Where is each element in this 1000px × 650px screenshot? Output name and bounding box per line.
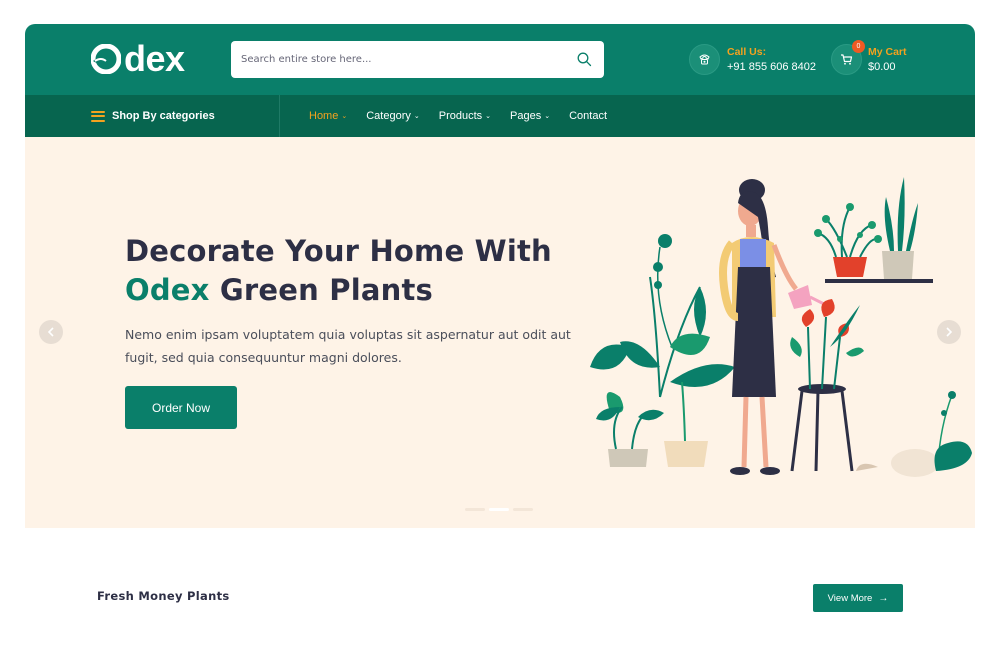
search-button[interactable]	[564, 41, 604, 78]
search-bar	[231, 41, 604, 78]
main-navbar: Shop By categories Home ⌄ Category ⌄ Pro…	[25, 95, 975, 137]
chevron-down-icon: ⌄	[485, 113, 492, 120]
cart-icon-circle: 0	[831, 40, 865, 75]
nav-divider	[279, 95, 280, 137]
hero-description: Nemo enim ipsam voluptatem quia voluptas…	[125, 327, 571, 365]
slider-dot[interactable]	[465, 508, 485, 511]
chevron-down-icon: ⌄	[341, 113, 348, 120]
header-topbar: dex Search entire store here... Call Us:…	[25, 24, 975, 95]
logo-text: dex	[124, 38, 185, 79]
site-header: dex Search entire store here... Call Us:…	[25, 24, 975, 137]
nav-item-home[interactable]: Home ⌄	[309, 110, 347, 122]
logo-mark-icon	[91, 44, 121, 74]
hero-illustration	[590, 177, 972, 477]
view-more-label: View More	[827, 592, 873, 604]
nav-item-label: Pages	[510, 110, 542, 122]
slider-dots	[465, 508, 533, 511]
nav-menu: Home ⌄ Category ⌄ Products ⌄ Pages ⌄ Con…	[309, 95, 626, 137]
nav-item-pages[interactable]: Pages ⌄	[510, 110, 550, 122]
slider-dot[interactable]	[513, 508, 533, 511]
nav-item-products[interactable]: Products ⌄	[439, 110, 491, 122]
chevron-down-icon: ⌄	[544, 113, 551, 120]
section-title: Fresh Money Plants	[97, 589, 230, 603]
phone-icon-circle	[689, 44, 720, 75]
arrow-left-icon	[47, 327, 54, 337]
hero-title-line2: Green Plants	[209, 273, 434, 307]
cart-count-badge: 0	[852, 40, 865, 53]
cart-amount: $0.00	[868, 60, 896, 73]
menu-icon	[91, 110, 105, 122]
logo[interactable]: dex	[91, 38, 185, 79]
cart-icon	[841, 54, 853, 65]
cart[interactable]: 0 My Cart $0.00	[831, 40, 907, 75]
chevron-down-icon: ⌄	[413, 113, 420, 120]
page: dex Search entire store here... Call Us:…	[0, 0, 1000, 650]
shop-by-categories-label: Shop By categories	[112, 110, 215, 122]
view-more-button[interactable]: View More →	[813, 584, 903, 612]
phone-icon	[699, 54, 710, 65]
shop-by-categories-button[interactable]: Shop By categories	[91, 95, 215, 137]
call-us-label: Call Us:	[727, 45, 767, 58]
hero-title: Decorate Your Home With Odex Green Plant…	[125, 232, 552, 310]
slider-dot-active[interactable]	[489, 508, 509, 511]
hero-slider: Decorate Your Home With Odex Green Plant…	[25, 137, 975, 528]
hero-title-brand: Odex	[125, 273, 210, 307]
search-input[interactable]	[231, 41, 564, 78]
nav-item-label: Products	[438, 110, 483, 122]
hero-title-line1: Decorate Your Home With	[125, 234, 552, 268]
contact-info[interactable]: Call Us: +91 855 606 8402	[689, 44, 816, 75]
search-icon	[577, 52, 591, 67]
my-cart-label: My Cart	[868, 45, 907, 58]
nav-item-label: Home	[309, 110, 339, 122]
nav-item-label: Contact	[569, 110, 608, 122]
nav-item-label: Category	[366, 110, 411, 122]
arrow-right-icon: →	[878, 592, 889, 604]
phone-number: +91 855 606 8402	[727, 60, 817, 73]
order-now-button[interactable]: Order Now	[125, 386, 237, 429]
nav-item-contact[interactable]: Contact	[569, 110, 607, 122]
slider-prev-button[interactable]	[39, 320, 63, 344]
nav-item-category[interactable]: Category ⌄	[366, 110, 420, 122]
